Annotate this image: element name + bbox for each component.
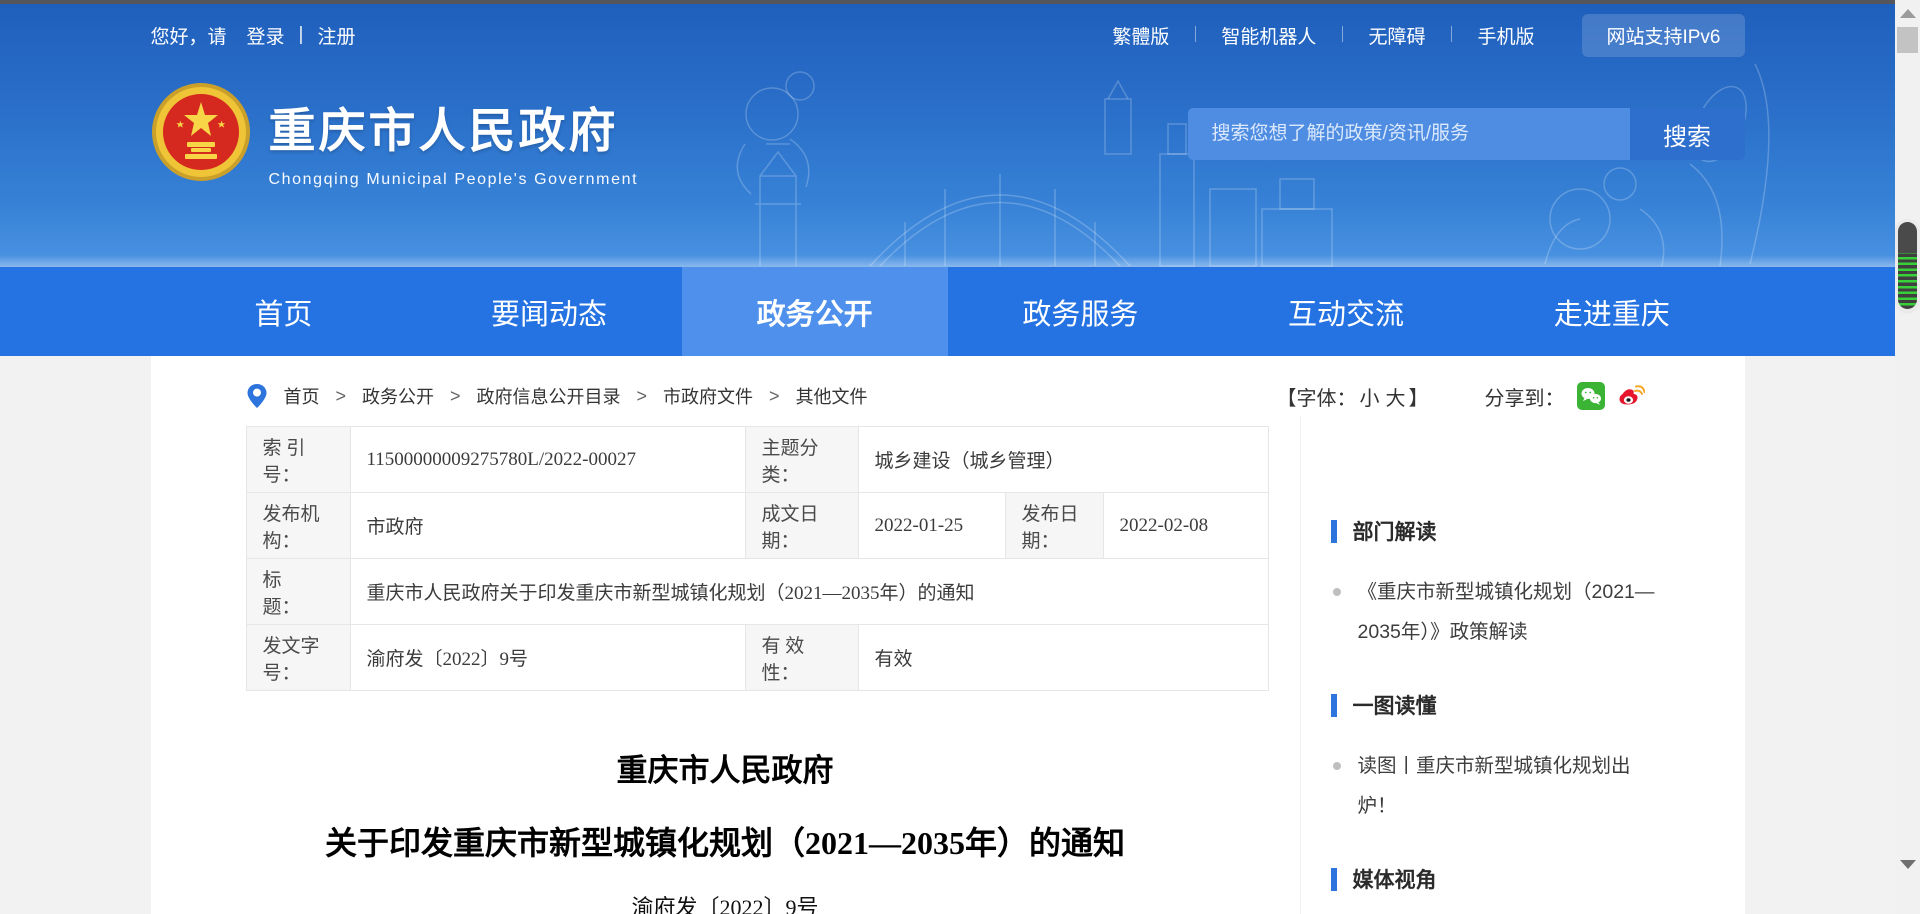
font-smaller-button[interactable]: 小 [1357,388,1383,410]
meta-docno-label: 发文字号： [246,625,350,691]
meta-topic-value: 城乡建设（城乡管理） [858,427,1268,493]
section-accent-bar [1331,694,1337,717]
font-larger-button[interactable]: 大 [1383,388,1409,410]
mobile-version-link[interactable]: 手机版 [1451,22,1560,49]
top-utility-bar: 您好，请 登录 | 注册 繁體版 智能机器人 无障碍 手机版 网站支持IPv6 [0,4,1895,66]
document-meta-table: 索 引 号： 11500000009275780L/2022-00027 主题分… [246,426,1269,691]
sidebar-section-infographic: 一图读懂 [1331,690,1665,720]
nav-item-about-chongqing[interactable]: 走进重庆 [1479,267,1745,356]
table-row: 索 引 号： 11500000009275780L/2022-00027 主题分… [246,427,1268,493]
scroll-up-icon[interactable] [1900,9,1916,18]
login-link[interactable]: 登录 [247,22,285,49]
page: 您好，请 登录 | 注册 繁體版 智能机器人 无障碍 手机版 网站支持IPv6 [0,4,1895,914]
scroll-down-icon[interactable] [1900,860,1916,869]
search-button[interactable]: 搜索 [1630,108,1745,160]
meta-index-value: 11500000009275780L/2022-00027 [350,427,745,493]
breadcrumb-separator: > [765,386,784,407]
breadcrumb-city-documents[interactable]: 市政府文件 [663,383,753,409]
section-heading: 部门解读 [1353,516,1437,546]
scroll-progress-indicator[interactable] [1898,222,1917,309]
breadcrumb-gov-disclosure[interactable]: 政务公开 [362,383,434,409]
meta-validity-label: 有 效 性： [745,625,858,691]
site-subtitle: Chongqing Municipal People's Government [269,171,639,189]
sidebar-section-media-view: 媒体视角 [1331,864,1665,894]
national-emblem-logo [151,82,251,182]
section-heading: 媒体视角 [1353,864,1437,894]
login-register-separator: | [293,24,310,46]
table-row: 发布机构： 市政府 成文日期： 2022-01-25 发布日期： 2022-02… [246,493,1268,559]
document-issuer-heading: 重庆市人民政府 [151,745,1300,790]
site-header: 您好，请 登录 | 注册 繁體版 智能机器人 无障碍 手机版 网站支持IPv6 [0,4,1895,267]
nav-item-home[interactable]: 首页 [151,267,417,356]
section-accent-bar [1331,520,1337,543]
font-controls-suffix: 】 [1409,388,1429,410]
breadcrumb-other-documents[interactable]: 其他文件 [796,383,868,409]
breadcrumb-info-catalog[interactable]: 政府信息公开目录 [477,383,621,409]
meta-title-label: 标 题： [246,559,350,625]
section-heading: 一图读懂 [1353,690,1437,720]
brand-row: 重庆市人民政府 Chongqing Municipal People's Gov… [0,66,1895,267]
search-bar: 搜索 [1188,108,1745,160]
accessibility-link[interactable]: 无障碍 [1342,22,1451,49]
table-row: 发文字号： 渝府发〔2022〕9号 有 效 性： 有效 [246,625,1268,691]
meta-docno-value: 渝府发〔2022〕9号 [350,625,745,691]
location-pin-icon [246,383,268,409]
site-title: 重庆市人民政府 [269,92,639,161]
meta-index-label: 索 引 号： [246,427,350,493]
meta-org-label: 发布机构： [246,493,350,559]
wechat-share-icon[interactable] [1577,382,1605,410]
breadcrumb-separator: > [332,386,351,407]
meta-pubdate-label: 发布日期： [1005,493,1103,559]
document-title-heading: 关于印发重庆市新型城镇化规划（2021—2035年）的通知 [151,818,1300,864]
nav-item-gov-services[interactable]: 政务服务 [948,267,1214,356]
nav-item-gov-disclosure[interactable]: 政务公开 [682,267,948,356]
font-size-controls: 【字体：小大】 [1277,382,1429,411]
meta-date-value: 2022-01-25 [858,493,1005,559]
search-input[interactable] [1188,108,1630,160]
meta-org-value: 市政府 [350,493,745,559]
table-row: 标 题： 重庆市人民政府关于印发重庆市新型城镇化规划（2021—2035年）的通… [246,559,1268,625]
breadcrumb-separator: > [633,386,652,407]
document-number: 渝府发〔2022〕9号 [151,890,1300,914]
breadcrumb: 首页 > 政务公开 > 政府信息公开目录 > 市政府文件 > 其他文件 [246,383,868,409]
share-label: 分享到： [1485,382,1565,411]
meta-title-value: 重庆市人民政府关于印发重庆市新型城镇化规划（2021—2035年）的通知 [350,559,1268,625]
related-sidebar: 部门解读 《重庆市新型城镇化规划（2021—2035年）》政策解读 一图读懂 读… [1300,416,1745,914]
list-item[interactable]: 《重庆市新型城镇化规划（2021—2035年）》政策解读 [1331,572,1665,652]
content-area: 首页 > 政务公开 > 政府信息公开目录 > 市政府文件 > 其他文件 【字体：… [0,356,1895,914]
smart-robot-link[interactable]: 智能机器人 [1195,22,1342,49]
document-main-column: 索 引 号： 11500000009275780L/2022-00027 主题分… [151,416,1300,914]
traditional-chinese-link[interactable]: 繁體版 [1086,22,1195,49]
list-item[interactable]: 读图丨重庆市新型城镇化规划出炉！ [1331,746,1665,826]
meta-date-label: 成文日期： [745,493,858,559]
breadcrumb-separator: > [446,386,465,407]
window-top-edge [0,0,1920,4]
meta-validity-value: 有效 [858,625,1268,691]
meta-topic-label: 主题分类： [745,427,858,493]
main-navigation: 首页 要闻动态 政务公开 政务服务 互动交流 走进重庆 [0,267,1895,356]
breadcrumb-home[interactable]: 首页 [284,383,320,409]
nav-item-interaction[interactable]: 互动交流 [1213,267,1479,356]
section-accent-bar [1331,868,1337,891]
scrollbar-thumb[interactable] [1897,27,1918,53]
share-toolbar: 分享到： [1485,382,1645,411]
greeting-text: 您好，请 [151,22,227,49]
register-link[interactable]: 注册 [317,22,355,49]
font-controls-prefix: 【字体： [1277,388,1357,410]
nav-item-news[interactable]: 要闻动态 [416,267,682,356]
ipv6-support-badge[interactable]: 网站支持IPv6 [1582,14,1744,57]
breadcrumb-toolbar-row: 首页 > 政务公开 > 政府信息公开目录 > 市政府文件 > 其他文件 【字体：… [151,356,1745,416]
sidebar-section-department-interpretation: 部门解读 [1331,516,1665,546]
weibo-share-icon[interactable] [1617,382,1645,410]
meta-pubdate-value: 2022-02-08 [1103,493,1268,559]
scrollbar[interactable] [1895,0,1920,914]
